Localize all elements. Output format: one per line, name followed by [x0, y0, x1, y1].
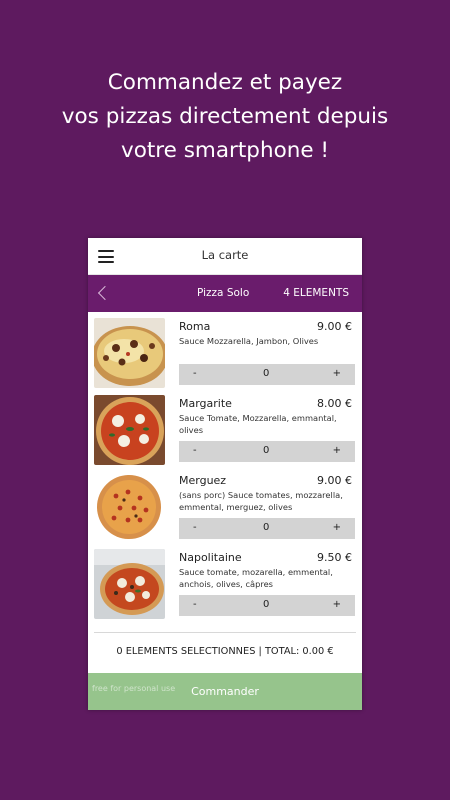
app-bar: La carte: [88, 238, 362, 275]
quantity-stepper: - 0 +: [179, 441, 355, 462]
promo-headline: Commandez et payez vos pizzas directemen…: [0, 66, 450, 168]
decrement-button[interactable]: -: [193, 522, 197, 533]
list-item: Napolitaine 9.50 € Sauce tomate, mozarel…: [88, 547, 362, 623]
order-summary: 0 ELEMENTS SELECTIONNES | TOTAL: 0.00 €: [94, 632, 356, 672]
list-item: Merguez 9.00 € (sans porc) Sauce tomates…: [88, 470, 362, 546]
watermark: free for personal use: [92, 684, 176, 693]
decrement-button[interactable]: -: [193, 368, 197, 379]
increment-button[interactable]: +: [333, 368, 341, 379]
quantity-value: 0: [263, 445, 270, 456]
item-name: Merguez: [179, 474, 227, 487]
decrement-button[interactable]: -: [193, 599, 197, 610]
item-price: 9.50 €: [317, 551, 352, 564]
order-button[interactable]: Commander free for personal use: [88, 673, 362, 710]
item-price: 8.00 €: [317, 397, 352, 410]
element-count: 4 ELEMENTS: [283, 287, 349, 299]
pizza-napolitaine-image: [94, 549, 165, 619]
quantity-value: 0: [263, 522, 270, 533]
increment-button[interactable]: +: [333, 599, 341, 610]
category-bar: Pizza Solo 4 ELEMENTS: [88, 275, 362, 312]
quantity-value: 0: [263, 368, 270, 379]
item-description: (sans porc) Sauce tomates, mozzarella, e…: [179, 490, 343, 512]
item-name: Margarite: [179, 397, 232, 410]
increment-button[interactable]: +: [333, 445, 341, 456]
item-price: 9.00 €: [317, 320, 352, 333]
order-button-label: Commander: [191, 685, 259, 698]
chevron-left-icon[interactable]: [97, 285, 113, 301]
item-description: Sauce Tomate, Mozzarella, emmantal, oliv…: [179, 413, 337, 435]
item-description: Sauce tomate, mozarella, emmental, ancho…: [179, 567, 333, 589]
quantity-stepper: - 0 +: [179, 518, 355, 539]
headline-line-2: vos pizzas directement depuis: [61, 104, 389, 129]
list-item: Roma 9.00 € Sauce Mozzarella, Jambon, Ol…: [88, 316, 362, 392]
quantity-stepper: - 0 +: [179, 364, 355, 385]
decrement-button[interactable]: -: [193, 445, 197, 456]
headline-line-1: Commandez et payez: [107, 70, 343, 95]
list-item: Margarite 8.00 € Sauce Tomate, Mozzarell…: [88, 393, 362, 469]
quantity-value: 0: [263, 599, 270, 610]
menu-list: Roma 9.00 € Sauce Mozzarella, Jambon, Ol…: [88, 312, 362, 634]
pizza-merguez-image: [94, 472, 165, 542]
pizza-roma-image: [94, 318, 165, 388]
increment-button[interactable]: +: [333, 522, 341, 533]
item-name: Napolitaine: [179, 551, 242, 564]
page-title: La carte: [201, 248, 249, 262]
pizza-margarite-image: [94, 395, 165, 465]
item-description: Sauce Mozzarella, Jambon, Olives: [179, 336, 319, 346]
item-price: 9.00 €: [317, 474, 352, 487]
app-screen: La carte Pizza Solo 4 ELEMENTS Roma 9.00…: [88, 238, 362, 710]
item-name: Roma: [179, 320, 211, 333]
category-name: Pizza Solo: [197, 287, 250, 299]
quantity-stepper: - 0 +: [179, 595, 355, 616]
headline-line-3: votre smartphone !: [120, 138, 330, 163]
